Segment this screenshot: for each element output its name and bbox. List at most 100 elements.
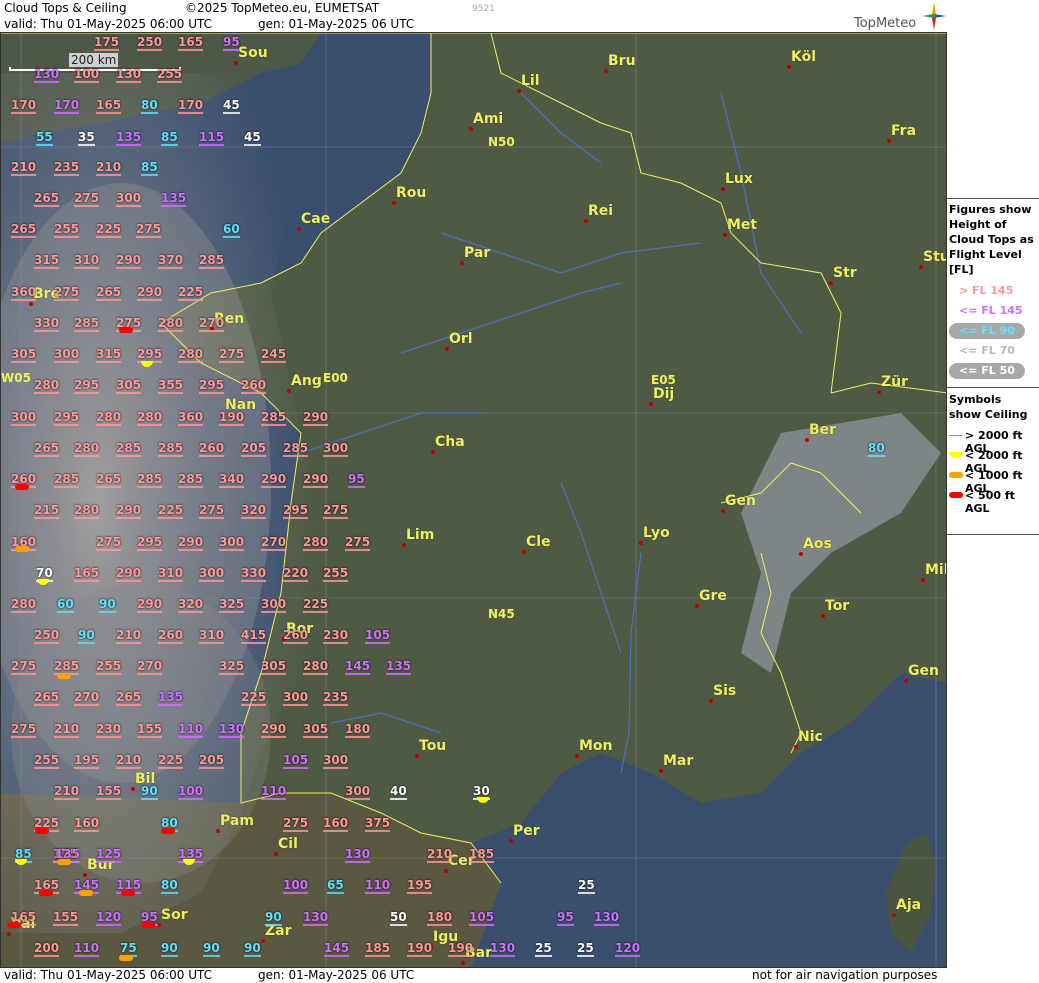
- value-underline: [74, 455, 100, 457]
- ceiling-symbol-orange: [57, 673, 71, 679]
- city-marker: [287, 389, 291, 393]
- cloud-top-value: 55: [36, 130, 53, 146]
- value-underline: [11, 611, 37, 613]
- compass-logo-icon: [922, 2, 946, 30]
- valid-time: valid: Thu 01-May-2025 06:00 UTC: [4, 17, 213, 31]
- city-marker: [604, 69, 608, 73]
- value-underline: [241, 642, 267, 644]
- cloud-top-value: 280: [11, 597, 37, 613]
- value-underline: [323, 642, 349, 644]
- city-marker: [649, 402, 653, 406]
- city-marker: [461, 961, 465, 965]
- cloud-top-value: 230: [96, 722, 122, 738]
- cloud-top-value: 95: [557, 910, 574, 926]
- cloud-top-value: 270: [199, 316, 225, 332]
- cloud-top-value: 290: [261, 472, 287, 488]
- cloud-top-value: 95: [348, 472, 365, 488]
- city-marker: [794, 745, 798, 749]
- value-underline: [178, 611, 204, 613]
- cloud-top-value: 130: [490, 941, 516, 957]
- cloud-top-value: 175: [94, 35, 120, 51]
- cloud-top-value: 40: [390, 784, 407, 800]
- cloud-top-value: 50: [390, 910, 407, 926]
- value-underline: [261, 549, 287, 551]
- value-underline: [199, 330, 225, 332]
- value-underline: [34, 267, 60, 269]
- value-underline: [283, 455, 309, 457]
- ceiling-symbol-red: [7, 922, 21, 928]
- city-marker: [415, 754, 419, 758]
- value-underline: [386, 673, 412, 675]
- cloud-top-value: 95: [223, 35, 240, 51]
- legend-symbol-item: > 2000 ft AGL: [947, 426, 1039, 455]
- city-label: Lyo: [643, 525, 670, 541]
- cloud-top-value: 305: [116, 378, 142, 394]
- cloud-top-value: 280: [74, 441, 100, 457]
- city-marker: [805, 438, 809, 442]
- value-underline: [407, 892, 433, 894]
- city-marker: [639, 541, 643, 545]
- value-underline: [365, 892, 391, 894]
- city-marker: [799, 552, 803, 556]
- cloud-top-value: 135: [161, 191, 187, 207]
- value-underline: [303, 549, 329, 551]
- city-marker: [7, 932, 11, 936]
- cloud-top-value: 190: [407, 941, 433, 957]
- value-underline: [203, 955, 220, 957]
- legend-divider-bottom: [947, 534, 1039, 535]
- cloud-top-value: 210: [116, 753, 142, 769]
- cloud-top-value: 300: [11, 410, 37, 426]
- legend-panel: Figures show Height of Cloud Tops as Fli…: [947, 198, 1039, 515]
- value-underline: [116, 642, 142, 644]
- value-underline: [34, 704, 60, 706]
- cloud-top-value: 300: [323, 441, 349, 457]
- value-underline: [178, 486, 204, 488]
- value-underline: [74, 330, 100, 332]
- city-marker: [445, 347, 449, 351]
- value-underline: [241, 704, 267, 706]
- cloud-top-value: 255: [157, 67, 183, 83]
- copyright-text: ©2025 TopMeteo.eu, EUMETSAT: [185, 1, 380, 15]
- value-underline: [219, 736, 245, 738]
- value-underline: [261, 486, 287, 488]
- cloud-top-value: 280: [158, 316, 184, 332]
- value-underline: [199, 517, 225, 519]
- value-underline: [469, 924, 495, 926]
- value-underline: [158, 330, 184, 332]
- value-underline: [283, 830, 309, 832]
- value-underline: [365, 830, 391, 832]
- value-underline: [390, 798, 407, 800]
- value-underline: [448, 955, 474, 957]
- value-underline: [557, 924, 574, 926]
- value-underline: [365, 642, 391, 644]
- city-marker: [522, 550, 526, 554]
- value-underline: [116, 704, 142, 706]
- city-marker: [723, 233, 727, 237]
- value-underline: [96, 236, 122, 238]
- city-label: Zür: [881, 374, 909, 390]
- city-label: Sou: [238, 45, 268, 61]
- value-underline: [219, 361, 245, 363]
- value-underline: [345, 861, 371, 863]
- city-label: Lux: [725, 171, 753, 187]
- value-underline: [116, 144, 142, 146]
- ceiling-symbol-red: [119, 327, 133, 333]
- value-underline: [96, 861, 122, 863]
- value-underline: [74, 267, 100, 269]
- value-underline: [324, 955, 350, 957]
- cloud-top-value: 100: [74, 67, 100, 83]
- value-underline: [223, 112, 240, 114]
- cloud-top-value: 100: [283, 878, 309, 894]
- cloud-top-value: 280: [303, 535, 329, 551]
- cloud-top-value: 280: [74, 503, 100, 519]
- cloud-top-value: 205: [241, 441, 267, 457]
- cloud-top-value: 360: [178, 410, 204, 426]
- cloud-top-value: 285: [137, 472, 163, 488]
- cloud-top-value: 225: [178, 285, 204, 301]
- value-underline: [54, 424, 80, 426]
- cloud-top-value: 130: [219, 722, 245, 738]
- city-marker: [29, 302, 33, 306]
- legend-ceiling-symbol: [949, 492, 963, 498]
- cloud-top-value: 105: [283, 753, 309, 769]
- cloud-top-value: 215: [34, 503, 60, 519]
